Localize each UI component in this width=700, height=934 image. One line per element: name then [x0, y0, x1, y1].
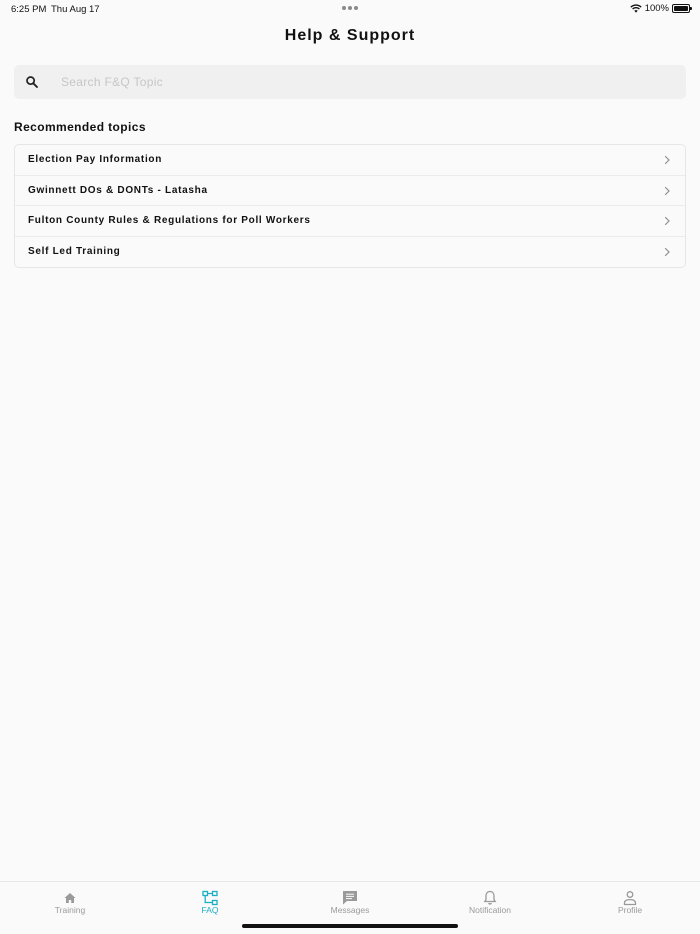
- tab-label: FAQ: [201, 905, 219, 915]
- status-bar: 6:25 PM Thu Aug 17 100%: [0, 0, 700, 18]
- section-title-recommended: Recommended topics: [14, 120, 146, 134]
- message-icon: [343, 891, 357, 905]
- search-bar[interactable]: [14, 65, 686, 99]
- topic-item-gwinnett-dos-donts[interactable]: Gwinnett DOs & DONTs - Latasha: [15, 176, 685, 206]
- topic-label: Gwinnett DOs & DONTs - Latasha: [28, 184, 208, 196]
- topic-label: Fulton County Rules & Regulations for Po…: [28, 215, 311, 227]
- tab-label: Notification: [468, 905, 512, 915]
- status-date: Thu Aug 17: [51, 4, 100, 15]
- chevron-right-icon: [664, 155, 670, 165]
- help-support-screen: 6:25 PM Thu Aug 17 100% Help & Support R…: [0, 0, 700, 934]
- tab-profile[interactable]: Profile: [560, 882, 700, 922]
- tab-training[interactable]: Training: [0, 882, 140, 922]
- tab-notification[interactable]: Notification: [420, 882, 560, 922]
- tab-label: Messages: [330, 905, 370, 915]
- user-icon: [623, 891, 637, 906]
- home-indicator[interactable]: [242, 924, 458, 928]
- multitasking-dots-icon[interactable]: [342, 6, 358, 10]
- chevron-right-icon: [664, 186, 670, 195]
- topic-item-self-led-training[interactable]: Self Led Training: [15, 237, 685, 268]
- search-input[interactable]: [61, 65, 661, 99]
- search-icon: [26, 76, 38, 88]
- status-indicators: 100%: [630, 3, 692, 14]
- bell-icon: [483, 890, 497, 905]
- page-title: Help & Support: [284, 27, 416, 44]
- topic-item-fulton-county-rules[interactable]: Fulton County Rules & Regulations for Po…: [15, 206, 685, 237]
- wifi-icon: [630, 4, 642, 13]
- chevron-right-icon: [664, 247, 670, 256]
- tab-faq[interactable]: FAQ: [140, 882, 280, 922]
- battery-percentage: 100%: [644, 3, 669, 14]
- home-icon: [64, 893, 76, 903]
- topic-item-election-pay[interactable]: Election Pay Information: [15, 145, 685, 176]
- battery-fill: [674, 6, 688, 11]
- topic-label: Self Led Training: [28, 246, 121, 258]
- battery-icon: [672, 4, 692, 13]
- tab-label: Profile: [617, 905, 643, 915]
- topic-label: Election Pay Information: [28, 154, 163, 166]
- status-time: 6:25 PM: [11, 4, 47, 15]
- sitemap-icon: [202, 890, 218, 906]
- tab-messages[interactable]: Messages: [280, 882, 420, 922]
- topics-list: Election Pay Information Gwinnett DOs & …: [14, 144, 686, 268]
- tab-label: Training: [54, 905, 86, 915]
- chevron-right-icon: [664, 216, 670, 226]
